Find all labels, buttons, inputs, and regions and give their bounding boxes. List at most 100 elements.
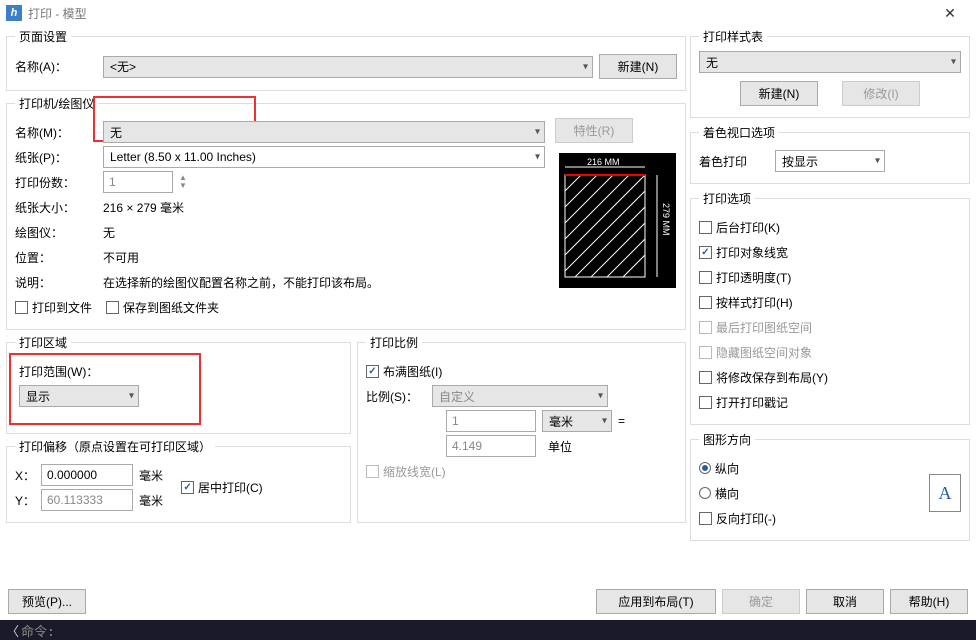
- print-options-legend: 打印选项: [699, 190, 755, 207]
- orientation-group: 图形方向 纵向 横向 反向打印(-) A: [690, 431, 970, 541]
- scale-unit-value: 毫米: [549, 413, 573, 430]
- scale-value: 自定义: [439, 388, 475, 405]
- style-table-value: 无: [706, 54, 718, 71]
- checkbox-icon: [699, 296, 712, 309]
- checkbox-icon: [699, 271, 712, 284]
- page-setup-legend: 页面设置: [15, 28, 71, 45]
- footer-bar: 预览(P)... 应用到布局(T) 确定 取消 帮助(H): [0, 583, 976, 620]
- style-new-button[interactable]: 新建(N): [740, 81, 818, 106]
- print-offset-group: 打印偏移（原点设置在可打印区域） X： 毫米 Y：: [6, 438, 351, 523]
- title-bar: h 打印 - 模型 ✕: [0, 0, 976, 26]
- checkbox-icon: [181, 481, 194, 494]
- close-icon[interactable]: ✕: [930, 5, 970, 22]
- shaded-viewport-legend: 着色视口选项: [699, 124, 779, 141]
- plot-to-file-checkbox[interactable]: 打印到文件: [15, 299, 92, 316]
- x-unit: 毫米: [139, 467, 163, 484]
- center-plot-checkbox[interactable]: 居中打印(C): [181, 479, 263, 496]
- plotter-group: 打印机/绘图仪 名称(M)： 无 ▾ 纸张(P)：: [6, 95, 686, 330]
- chevron-down-icon: ▾: [535, 127, 540, 138]
- fit-paper-checkbox[interactable]: 布满图纸(I): [366, 363, 442, 380]
- scale-unit-select[interactable]: 毫米 ▾: [542, 410, 612, 432]
- scale-lineweight-checkbox[interactable]: 缩放线宽(L): [366, 463, 446, 480]
- checkbox-icon: [699, 321, 712, 334]
- scale-select[interactable]: 自定义 ▾: [432, 385, 608, 407]
- page-new-button[interactable]: 新建(N): [599, 54, 677, 79]
- plotter-name-select[interactable]: 无 ▾: [103, 121, 545, 143]
- shade-plot-value: 按显示: [782, 153, 818, 170]
- chevron-down-icon: ▾: [951, 57, 956, 68]
- landscape-radio[interactable]: 横向: [699, 485, 739, 502]
- checkbox-icon: [699, 396, 712, 409]
- style-table-select[interactable]: 无 ▾: [699, 51, 961, 73]
- ok-button[interactable]: 确定: [722, 589, 800, 614]
- page-setup-group: 页面设置 名称(A)： <无> ▾ 新建(N): [6, 28, 686, 91]
- print-option-checkbox[interactable]: 将修改保存到布局(Y): [699, 369, 828, 386]
- apply-to-layout-button[interactable]: 应用到布局(T): [596, 589, 716, 614]
- print-option-label: 隐藏图纸空间对象: [716, 344, 812, 361]
- shade-plot-label: 着色打印: [699, 153, 769, 170]
- reverse-checkbox[interactable]: 反向打印(-): [699, 510, 776, 527]
- print-option-checkbox[interactable]: 后台打印(K): [699, 219, 780, 236]
- checkbox-icon: [366, 365, 379, 378]
- print-option-checkbox[interactable]: 打开打印戳记: [699, 394, 788, 411]
- scale-label: 比例(S)：: [366, 388, 426, 405]
- preview-dim-right: 279 MM: [661, 203, 671, 236]
- shade-plot-select[interactable]: 按显示 ▾: [775, 150, 885, 172]
- orientation-icon: A: [929, 474, 961, 512]
- save-to-drawing-checkbox[interactable]: 保存到图纸文件夹: [106, 299, 219, 316]
- scale-den-input[interactable]: [446, 435, 536, 457]
- print-range-value: 显示: [26, 388, 50, 405]
- y-input[interactable]: [41, 489, 133, 511]
- y-label: Y：: [15, 492, 35, 509]
- chevron-down-icon: ▾: [875, 156, 880, 167]
- plotter-dev-label: 绘图仪：: [15, 224, 97, 241]
- style-table-group: 打印样式表 无 ▾ 新建(N) 修改(I): [690, 28, 970, 118]
- scale-num-input[interactable]: [446, 410, 536, 432]
- print-option-label: 后台打印(K): [716, 219, 780, 236]
- page-name-select[interactable]: <无> ▾: [103, 56, 593, 78]
- center-plot-label: 居中打印(C): [198, 479, 263, 496]
- checkbox-icon: [699, 246, 712, 259]
- print-option-checkbox: 隐藏图纸空间对象: [699, 344, 812, 361]
- chevron-down-icon: ▾: [535, 152, 540, 163]
- properties-button[interactable]: 特性(R): [555, 118, 633, 143]
- print-option-label: 打印对象线宽: [716, 244, 788, 261]
- chevron-left-icon: 〈: [6, 621, 19, 640]
- paper-label: 纸张(P)：: [15, 149, 97, 166]
- print-scale-legend: 打印比例: [366, 334, 422, 351]
- copies-label: 打印份数：: [15, 174, 97, 191]
- x-input[interactable]: [41, 464, 133, 486]
- print-option-checkbox[interactable]: 打印对象线宽: [699, 244, 788, 261]
- print-option-label: 打印透明度(T): [716, 269, 791, 286]
- print-option-checkbox[interactable]: 打印透明度(T): [699, 269, 791, 286]
- print-scale-group: 打印比例 布满图纸(I) 比例(S)： 自定义 ▾: [357, 334, 686, 523]
- checkbox-icon: [15, 301, 28, 314]
- radio-icon: [699, 462, 711, 474]
- print-area-legend: 打印区域: [15, 334, 71, 351]
- scale-den-unit: 单位: [542, 438, 612, 455]
- print-area-group: 打印区域 打印范围(W)： 显示 ▾: [6, 334, 351, 434]
- print-range-select[interactable]: 显示 ▾: [19, 385, 139, 407]
- portrait-radio[interactable]: 纵向: [699, 460, 739, 477]
- paper-select[interactable]: Letter (8.50 x 11.00 Inches) ▾: [103, 146, 545, 168]
- preview-button[interactable]: 预览(P)...: [8, 589, 86, 614]
- copies-input[interactable]: [103, 171, 173, 193]
- plotter-name-label: 名称(M)：: [15, 124, 97, 141]
- paper-size-label: 纸张大小：: [15, 199, 97, 216]
- print-option-checkbox[interactable]: 按样式打印(H): [699, 294, 793, 311]
- spinner-icon[interactable]: ▲▼: [179, 174, 187, 190]
- landscape-label: 横向: [715, 485, 739, 502]
- checkbox-icon: [699, 346, 712, 359]
- help-button[interactable]: 帮助(H): [890, 589, 968, 614]
- print-offset-legend: 打印偏移（原点设置在可打印区域）: [15, 438, 215, 455]
- style-modify-button[interactable]: 修改(I): [842, 81, 920, 106]
- equals-label: =: [618, 414, 625, 428]
- page-name-value: <无>: [110, 58, 136, 75]
- checkbox-icon: [366, 465, 379, 478]
- fit-paper-label: 布满图纸(I): [383, 363, 442, 380]
- print-option-label: 按样式打印(H): [716, 294, 793, 311]
- orientation-legend: 图形方向: [699, 431, 755, 448]
- cancel-button[interactable]: 取消: [806, 589, 884, 614]
- command-line[interactable]: 〈 命令:: [0, 620, 976, 640]
- checkbox-icon: [699, 512, 712, 525]
